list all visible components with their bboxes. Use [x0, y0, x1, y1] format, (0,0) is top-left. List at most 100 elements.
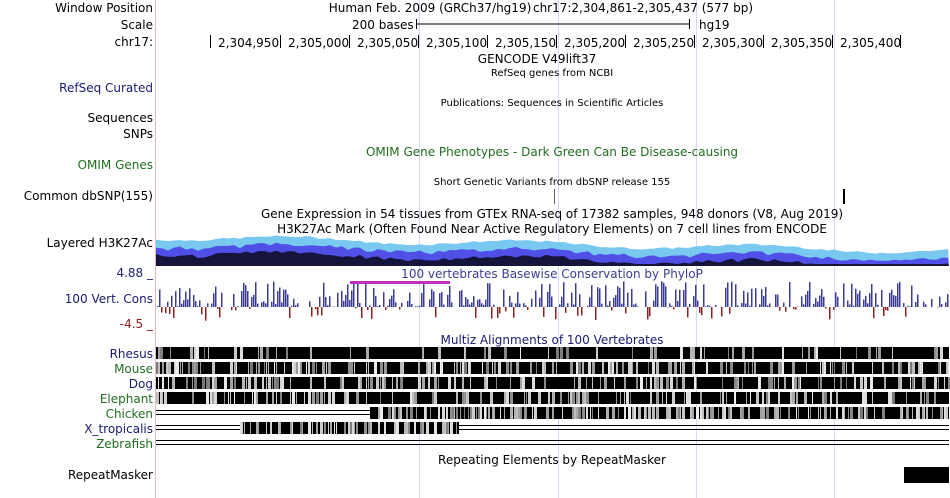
cons-bar — [873, 307, 875, 319]
cons-bar — [795, 307, 797, 310]
alignment-mismatch — [624, 392, 625, 404]
alignment-mismatch — [230, 392, 231, 404]
dbsnp-variant[interactable] — [554, 189, 555, 204]
alignment-mismatch — [780, 362, 782, 374]
alignment-mismatch — [910, 377, 911, 389]
cons-bar — [761, 289, 763, 307]
alignment-mismatch — [926, 407, 928, 419]
alignment-mismatch — [234, 377, 236, 389]
alignment-mismatch — [690, 347, 692, 359]
alignment-mismatch — [830, 407, 831, 419]
alignment-mismatch — [482, 362, 483, 374]
alignment-mismatch — [938, 377, 939, 389]
cons-bar — [737, 305, 739, 307]
alignment-mismatch — [934, 392, 936, 404]
cons-bar — [463, 305, 465, 307]
alignment-mismatch — [596, 347, 598, 359]
cons-bar — [883, 307, 885, 316]
alignment-mismatch — [350, 362, 353, 374]
alignment-mismatch — [916, 407, 918, 419]
cons-bar — [669, 303, 671, 307]
alignment-mismatch — [574, 377, 575, 389]
cons-bar — [897, 283, 899, 307]
alignment-mismatch — [794, 377, 797, 389]
alignment-mismatch — [610, 362, 612, 374]
cons-bar — [217, 307, 219, 309]
alignment-mismatch — [470, 362, 471, 374]
alignment-mismatch — [650, 392, 652, 404]
alignment-mismatch — [308, 392, 311, 404]
alignment-mismatch — [874, 407, 875, 419]
alignment-mismatch — [294, 362, 296, 374]
alignment-mismatch — [480, 407, 482, 419]
alignment-mismatch — [488, 407, 490, 419]
alignment-mismatch — [792, 392, 795, 404]
alignment-mismatch — [680, 347, 683, 359]
cons-bar — [309, 301, 311, 307]
alignment-mismatch — [572, 407, 574, 419]
alignment-mismatch — [884, 377, 886, 389]
alignment-mismatch — [774, 407, 776, 419]
alignment-mismatch — [418, 377, 421, 389]
cons-bar — [683, 289, 685, 307]
alignment-mismatch — [254, 377, 257, 389]
alignment-mismatch — [476, 407, 477, 419]
alignment-mismatch — [168, 377, 169, 389]
cons-bar — [221, 292, 223, 307]
repeat-element[interactable] — [904, 467, 949, 483]
cons-bar — [573, 304, 575, 307]
cons-bar — [709, 305, 711, 307]
alignment-mismatch — [648, 362, 649, 374]
alignment-mismatch — [722, 392, 724, 404]
cons-bar — [505, 307, 507, 312]
alignment-mismatch — [402, 377, 403, 389]
alignment-mismatch — [504, 347, 507, 359]
alignment-mismatch — [394, 422, 396, 434]
cons-bar — [545, 306, 547, 307]
ruler-ticks — [210, 35, 901, 48]
cons-bar — [317, 307, 319, 316]
alignment-mismatch — [830, 362, 831, 374]
dbsnp-variant[interactable] — [843, 189, 845, 204]
alignment-mismatch — [434, 392, 437, 404]
alignment-mismatch — [376, 377, 379, 389]
alignment-mismatch — [790, 392, 792, 404]
alignment-mismatch — [948, 362, 949, 374]
cons-bar — [513, 307, 515, 318]
cons-bar — [527, 307, 529, 310]
alignment-mismatch — [188, 362, 190, 374]
cons-bar — [661, 281, 663, 307]
cons-bar — [237, 306, 239, 307]
alignment-mismatch — [700, 392, 702, 404]
alignment-mismatch — [368, 362, 369, 374]
alignment-mismatch — [304, 392, 305, 404]
alignment-mismatch — [822, 362, 824, 374]
alignment-mismatch — [380, 392, 381, 404]
alignment-mismatch — [366, 347, 369, 359]
alignment-mismatch — [450, 422, 453, 434]
cons-bar — [355, 307, 357, 309]
alignment-mismatch — [510, 362, 512, 374]
alignment-mismatch — [164, 392, 167, 404]
alignment-mismatch — [808, 347, 810, 359]
cons-bar — [423, 283, 425, 307]
alignment-mismatch — [700, 347, 702, 359]
scale-bar — [416, 19, 690, 29]
alignment-mismatch — [380, 407, 383, 419]
alignment-mismatch — [770, 362, 773, 374]
cons-bar — [465, 297, 467, 307]
alignment-mismatch — [248, 362, 249, 374]
cons-bar — [231, 307, 233, 311]
cons-bar — [419, 305, 421, 307]
alignment-mismatch — [560, 347, 563, 359]
cons-bar — [535, 290, 537, 307]
alignment-mismatch — [578, 392, 580, 404]
alignment-mismatch — [258, 422, 259, 434]
alignment-mismatch — [808, 407, 809, 419]
cons-bar — [519, 303, 521, 307]
alignment-mismatch — [456, 362, 458, 374]
cons-bar — [695, 284, 697, 307]
alignment-mismatch — [446, 407, 448, 419]
alignment-mismatch — [520, 407, 522, 419]
alignment-mismatch — [434, 377, 437, 389]
